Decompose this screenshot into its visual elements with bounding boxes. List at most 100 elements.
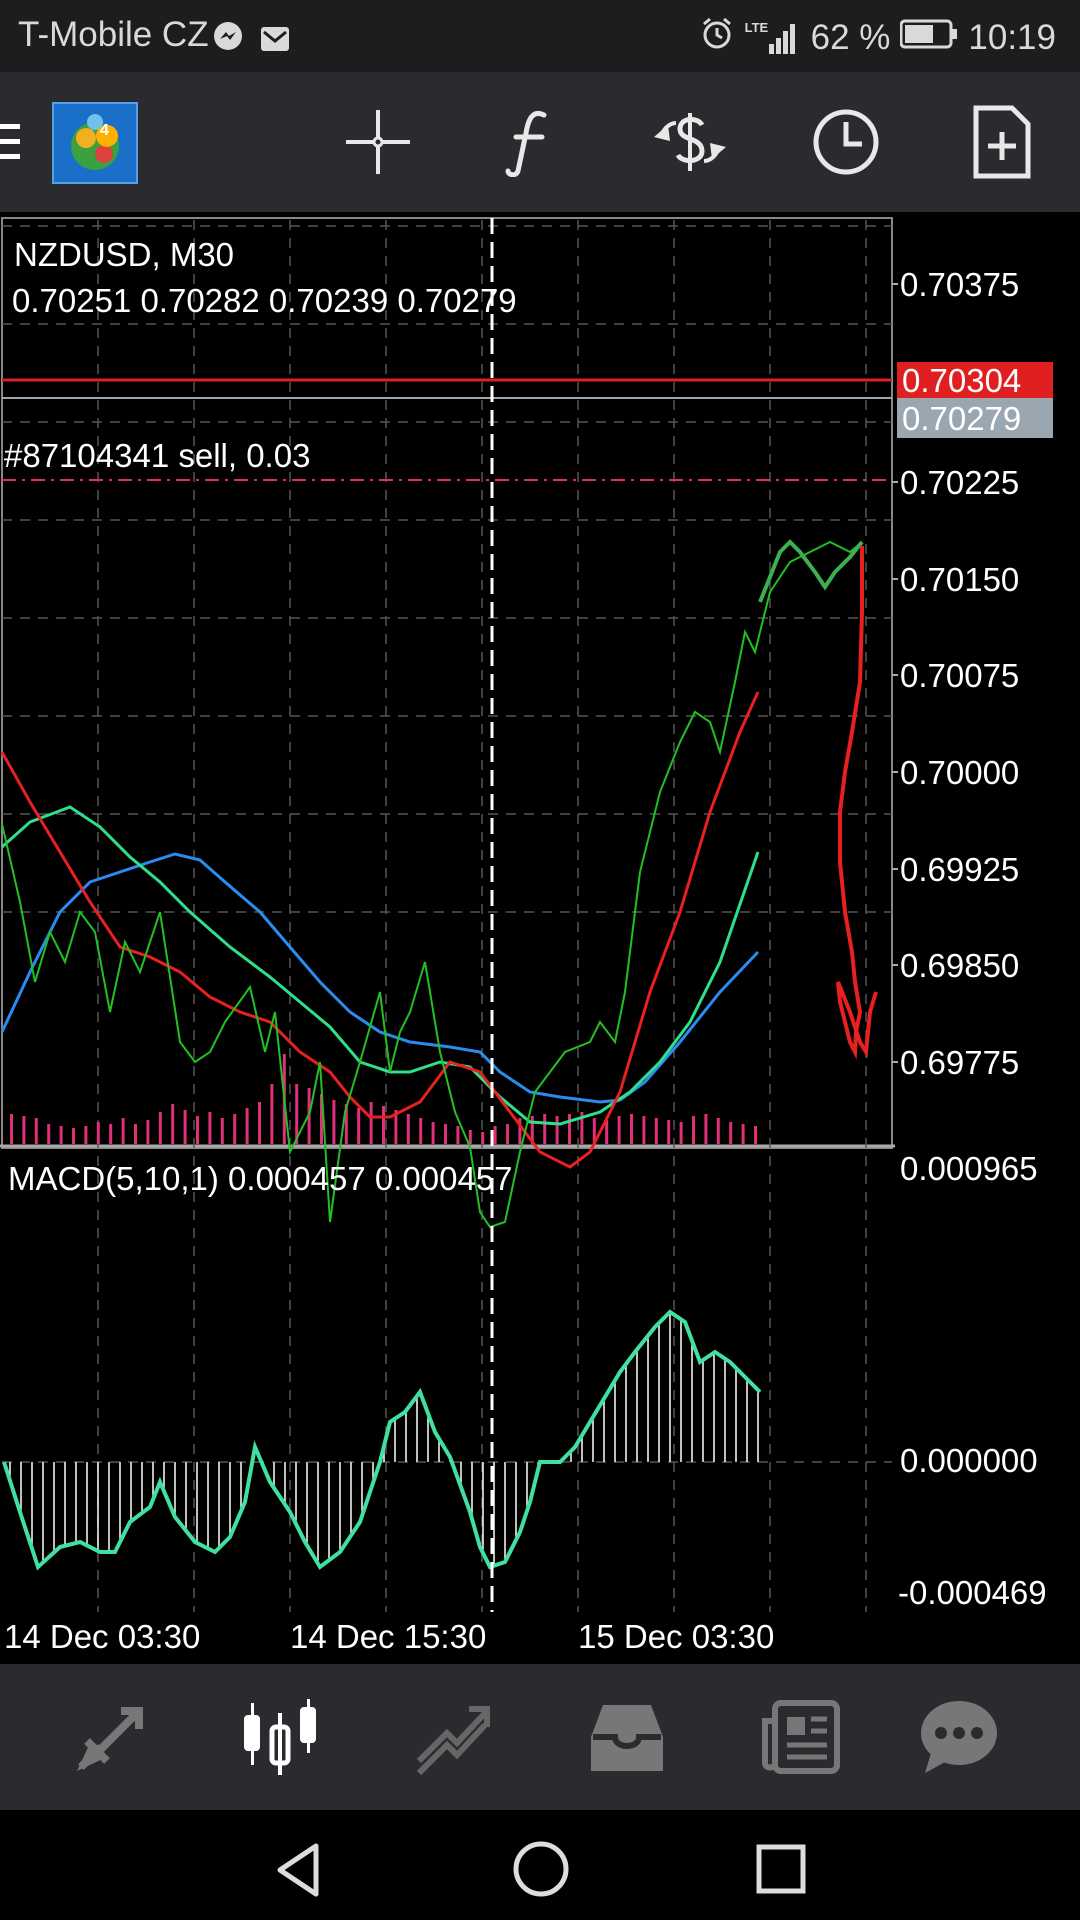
volume-bar (171, 1104, 175, 1144)
volume-bar (493, 1126, 497, 1144)
volume-bar (146, 1120, 150, 1144)
volume-bar (332, 1100, 336, 1144)
price-tick: 0.69775 (900, 1044, 1019, 1081)
battery-icon (899, 18, 958, 58)
price-tick: 0.70075 (900, 657, 1019, 694)
volume-bar (431, 1122, 435, 1144)
volume-bar (716, 1118, 720, 1144)
price-tick: 0.69850 (900, 947, 1019, 984)
indicators-icon[interactable] (484, 94, 580, 190)
ma-blue-line (0, 852, 760, 1104)
price-tick: 0.70150 (900, 561, 1019, 598)
volume-bar (84, 1126, 88, 1144)
volume-bar (208, 1112, 212, 1144)
volume-bar (679, 1122, 683, 1144)
price-tick: 0.69925 (900, 851, 1019, 888)
volume-bar (741, 1124, 745, 1144)
volume-bar (642, 1116, 646, 1144)
recents-icon[interactable] (754, 1842, 808, 1901)
volume-bar (369, 1102, 373, 1144)
macd-tick-top: 0.000965 (900, 1150, 1038, 1187)
trade-tab-icon[interactable] (378, 1664, 528, 1810)
alarm-icon (699, 15, 735, 60)
volume-bar (233, 1114, 237, 1144)
menu-icon[interactable] (0, 94, 40, 190)
macd-tick-bottom: -0.000469 (898, 1574, 1047, 1611)
volume-bar (630, 1114, 633, 1144)
volume-bar (72, 1128, 75, 1144)
back-icon[interactable] (270, 1840, 330, 1905)
main-plot-frame (1, 217, 893, 1149)
volume-bar (357, 1108, 361, 1144)
system-navigation (0, 1810, 1080, 1920)
volume-bar (692, 1116, 695, 1144)
ohlc-label: 0.70251 0.70282 0.70239 0.70279 (12, 282, 517, 319)
trade-icon[interactable] (642, 94, 738, 190)
volume-bar (468, 1130, 472, 1144)
crosshair-icon[interactable] (330, 94, 426, 190)
ma-red-line (0, 691, 760, 1169)
volume-bar (183, 1110, 187, 1144)
volume-bar (134, 1124, 137, 1144)
volume-bar (34, 1118, 38, 1144)
volume-bar (270, 1084, 274, 1144)
bid-price-text: 0.70279 (902, 400, 1021, 437)
new-order-icon[interactable] (954, 94, 1050, 190)
volume-bar (481, 1132, 485, 1144)
timeframe-icon[interactable] (798, 94, 894, 190)
messages-icon[interactable] (884, 1664, 1034, 1810)
chart-canvas[interactable]: 0.70375 0.70225 0.70150 0.70075 0.70000 0.699… (0, 212, 1080, 1664)
mail-icon (260, 22, 290, 62)
price-chart[interactable]: 0.70375 0.70225 0.70150 0.70075 0.70000 0.699… (0, 212, 1080, 1664)
volume-bar (10, 1114, 13, 1144)
volume-bar (196, 1116, 199, 1144)
volume-bar (568, 1114, 571, 1144)
time-label-2: 14 Dec 15:30 (290, 1618, 486, 1655)
volume-bar (444, 1124, 447, 1144)
bottom-navigation (0, 1664, 1080, 1810)
clock: 10:19 (968, 17, 1056, 57)
ask-price-text: 0.70304 (902, 362, 1021, 399)
news-icon[interactable] (726, 1664, 876, 1810)
volume-bar (419, 1118, 423, 1144)
volume-bar (22, 1116, 26, 1144)
volume-bar (667, 1120, 671, 1144)
carrier-name: T-Mobile CZ (18, 15, 209, 54)
history-icon[interactable] (552, 1664, 702, 1810)
volume-bar (506, 1124, 509, 1144)
chart-icon[interactable] (206, 1664, 356, 1810)
volume-bar (555, 1116, 559, 1144)
volume-bar (258, 1102, 261, 1144)
annotation-red[interactable] (836, 546, 878, 1060)
volume-bar (96, 1122, 100, 1144)
volume-bar (704, 1114, 708, 1144)
chart-toolbar: 4 (0, 72, 1080, 212)
macd-label: MACD(5,10,1) 0.000457 0.000457 (8, 1160, 513, 1197)
volume-bar (406, 1114, 410, 1144)
time-label-3: 15 Dec 03:30 (578, 1618, 774, 1655)
volume-bar (109, 1124, 113, 1144)
volume-bar (245, 1108, 249, 1144)
volume-bar (729, 1122, 733, 1144)
symbol-label: NZDUSD, M30 (14, 236, 234, 273)
price-tick: 0.70375 (900, 266, 1019, 303)
order-label[interactable]: #87104341 sell, 0.03 (4, 437, 310, 474)
volume-bar (158, 1112, 162, 1144)
volume-bar (382, 1106, 385, 1144)
volume-bar (121, 1118, 125, 1144)
messenger-icon (212, 20, 244, 61)
macd-line (2, 1309, 762, 1571)
battery-percent: 62 % (810, 17, 891, 57)
price-tick: 0.70000 (900, 754, 1019, 791)
quotes-icon[interactable] (36, 1664, 186, 1810)
volume-bar (617, 1116, 621, 1144)
volume-bars (10, 1054, 757, 1144)
price-tick: 0.70225 (900, 464, 1019, 501)
time-label-1: 14 Dec 03:30 (4, 1618, 200, 1655)
volume-bar (47, 1124, 51, 1144)
volume-bar (456, 1126, 460, 1144)
home-icon[interactable] (510, 1838, 572, 1905)
volume-bar (754, 1126, 757, 1144)
macd-tick-zero: 0.000000 (900, 1442, 1038, 1479)
metatrader-logo[interactable]: 4 (52, 102, 138, 184)
